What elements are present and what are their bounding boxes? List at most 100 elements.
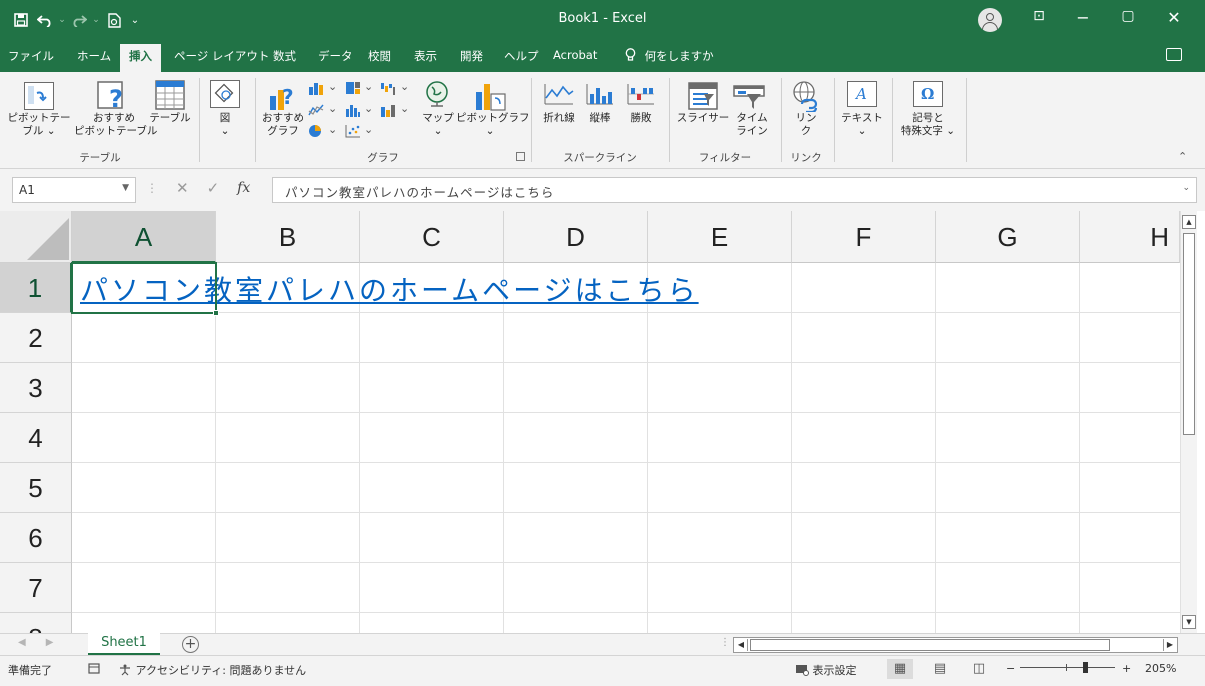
illustrations-label: 図 ⌄: [219, 112, 231, 137]
row-header-7[interactable]: 7: [0, 563, 72, 613]
macro-record-icon[interactable]: [88, 662, 100, 677]
tab-review[interactable]: 校閲: [368, 48, 391, 64]
normal-view-icon[interactable]: ▦: [887, 659, 913, 679]
name-box[interactable]: A1 ▼: [12, 177, 136, 203]
row-header-1[interactable]: 1: [0, 263, 72, 313]
filters-group-label: フィルター: [698, 152, 752, 164]
column-header-c[interactable]: C: [360, 211, 504, 263]
insert-function-icon[interactable]: fx: [237, 180, 250, 196]
scroll-up-icon[interactable]: ▲: [1182, 215, 1196, 229]
zoom-slider[interactable]: [1020, 667, 1115, 668]
tell-me-search[interactable]: 何をしますか: [625, 48, 714, 64]
fill-handle[interactable]: [213, 310, 219, 316]
column-header-e[interactable]: E: [648, 211, 792, 263]
column-header-b[interactable]: B: [216, 211, 360, 263]
enter-icon[interactable]: ✓: [207, 179, 220, 197]
row-header-5[interactable]: 5: [0, 463, 72, 513]
tab-help[interactable]: ヘルプ: [504, 48, 539, 64]
column-header-d[interactable]: D: [504, 211, 648, 263]
page-break-view-icon[interactable]: ◫: [966, 659, 992, 679]
tab-view[interactable]: 表示: [414, 48, 437, 64]
tab-page-layout[interactable]: ページ レイアウト: [174, 48, 269, 64]
expand-formula-bar-icon[interactable]: ⌄: [1182, 183, 1190, 193]
tab-home[interactable]: ホーム: [77, 48, 111, 64]
chevron-down-icon: ⌄: [364, 80, 374, 93]
tab-insert[interactable]: 挿入: [120, 44, 161, 72]
gridline: [791, 263, 792, 633]
add-sheet-icon[interactable]: +: [182, 636, 199, 653]
column-header-h[interactable]: H: [1080, 211, 1180, 263]
scroll-down-icon[interactable]: ▼: [1182, 615, 1196, 629]
zoom-in-button[interactable]: +: [1122, 662, 1131, 675]
tell-me-label: 何をしますか: [644, 49, 714, 63]
account-avatar-icon[interactable]: [978, 8, 1002, 32]
text-label: テキスト ⌄: [841, 112, 883, 137]
row-header-4[interactable]: 4: [0, 413, 72, 463]
vertical-scrollbar[interactable]: ▲ ▼: [1180, 211, 1197, 633]
slicer-icon: [688, 82, 718, 110]
vertical-scroll-thumb[interactable]: [1183, 233, 1195, 435]
display-settings-icon: [795, 664, 813, 677]
shapes-icon: [210, 80, 240, 108]
sparkline-winloss-label: 勝敗: [630, 112, 652, 124]
row-header-2[interactable]: 2: [0, 313, 72, 363]
formula-input[interactable]: パソコン教室パレハのホームページはこちら ⌄: [272, 177, 1197, 203]
tab-data[interactable]: データ: [318, 48, 353, 64]
ribbon-separator: [255, 78, 256, 162]
chevron-down-icon: ⌄: [400, 102, 410, 115]
tab-formulas[interactable]: 数式: [273, 48, 296, 64]
recommended-charts-label: おすすめ グラフ: [262, 112, 304, 137]
status-bar: 準備完了 アクセシビリティ: 問題ありません 表示設定 ▦ ▤ ◫ − + 20…: [0, 655, 1205, 686]
formula-bar-buttons: ⋮ ✕ ✓ fx: [146, 179, 250, 197]
zoom-level[interactable]: 205%: [1145, 662, 1176, 675]
name-box-value: A1: [19, 183, 35, 197]
gridline: [72, 412, 1180, 413]
maximize-button[interactable]: ▢: [1113, 8, 1143, 24]
column-header-g[interactable]: G: [936, 211, 1080, 263]
timeline-label: タイム ライン: [736, 112, 768, 137]
more-icon[interactable]: ⋮: [146, 181, 158, 195]
zoom-slider-thumb[interactable]: [1083, 662, 1088, 673]
charts-dialog-launcher-icon[interactable]: [516, 152, 525, 161]
horizontal-scrollbar[interactable]: ◀ ▶: [733, 637, 1178, 653]
page-layout-view-icon[interactable]: ▤: [927, 659, 953, 679]
accessibility-label: アクセシビリティ: 問題ありません: [135, 664, 307, 677]
sparkline-line-icon: [544, 84, 574, 105]
scroll-right-icon[interactable]: ▶: [1163, 639, 1176, 651]
close-button[interactable]: ✕: [1159, 8, 1189, 27]
comments-icon[interactable]: [1166, 48, 1182, 61]
tab-file[interactable]: ファイル: [8, 48, 54, 64]
tab-developer[interactable]: 開発: [460, 48, 483, 64]
chevron-down-icon: ⌄: [364, 123, 374, 136]
ribbon-display-options-icon[interactable]: ⊡: [1024, 8, 1054, 24]
gridline: [935, 263, 936, 633]
zoom-slider-midmark: [1066, 664, 1067, 671]
tab-acrobat[interactable]: Acrobat: [553, 48, 597, 62]
svg-text:Ω: Ω: [921, 85, 934, 103]
ribbon-insert: ピボットテー ブル ⌄ ? おすすめ ピボットテーブル テーブル テーブル 図 ⌄ ?…: [0, 72, 1205, 169]
horizontal-scroll-thumb[interactable]: [750, 639, 1110, 651]
cancel-icon[interactable]: ✕: [176, 179, 189, 197]
scatter-chart-icon: [345, 125, 360, 138]
gridline: [72, 312, 1180, 313]
sheet-prev-icon[interactable]: ◀: [18, 637, 26, 648]
select-all-button[interactable]: [0, 211, 72, 263]
svg-text:?: ?: [282, 85, 294, 109]
column-header-f[interactable]: F: [792, 211, 936, 263]
sheet-next-icon[interactable]: ▶: [46, 637, 54, 648]
column-header-a[interactable]: A: [72, 211, 216, 263]
split-handle-icon[interactable]: ⋮: [720, 637, 730, 648]
collapse-ribbon-icon[interactable]: ⌃: [1178, 150, 1187, 163]
scroll-left-icon[interactable]: ◀: [735, 639, 748, 651]
row-header-3[interactable]: 3: [0, 363, 72, 413]
accessibility-status[interactable]: アクセシビリティ: 問題ありません: [118, 662, 306, 678]
worksheet-grid[interactable]: A B C D E F G H 1 2 3 4 5 6 7 8 パソコン教室パレ…: [0, 211, 1180, 633]
zoom-out-button[interactable]: −: [1006, 662, 1015, 675]
chevron-down-icon[interactable]: ▼: [122, 183, 129, 193]
minimize-button[interactable]: −: [1068, 8, 1098, 27]
sheet-tab-sheet1[interactable]: Sheet1: [88, 633, 160, 656]
row-header-8[interactable]: 8: [0, 613, 72, 633]
row-header-6[interactable]: 6: [0, 513, 72, 563]
ribbon-separator: [531, 78, 532, 162]
display-settings-button[interactable]: 表示設定: [795, 662, 857, 678]
